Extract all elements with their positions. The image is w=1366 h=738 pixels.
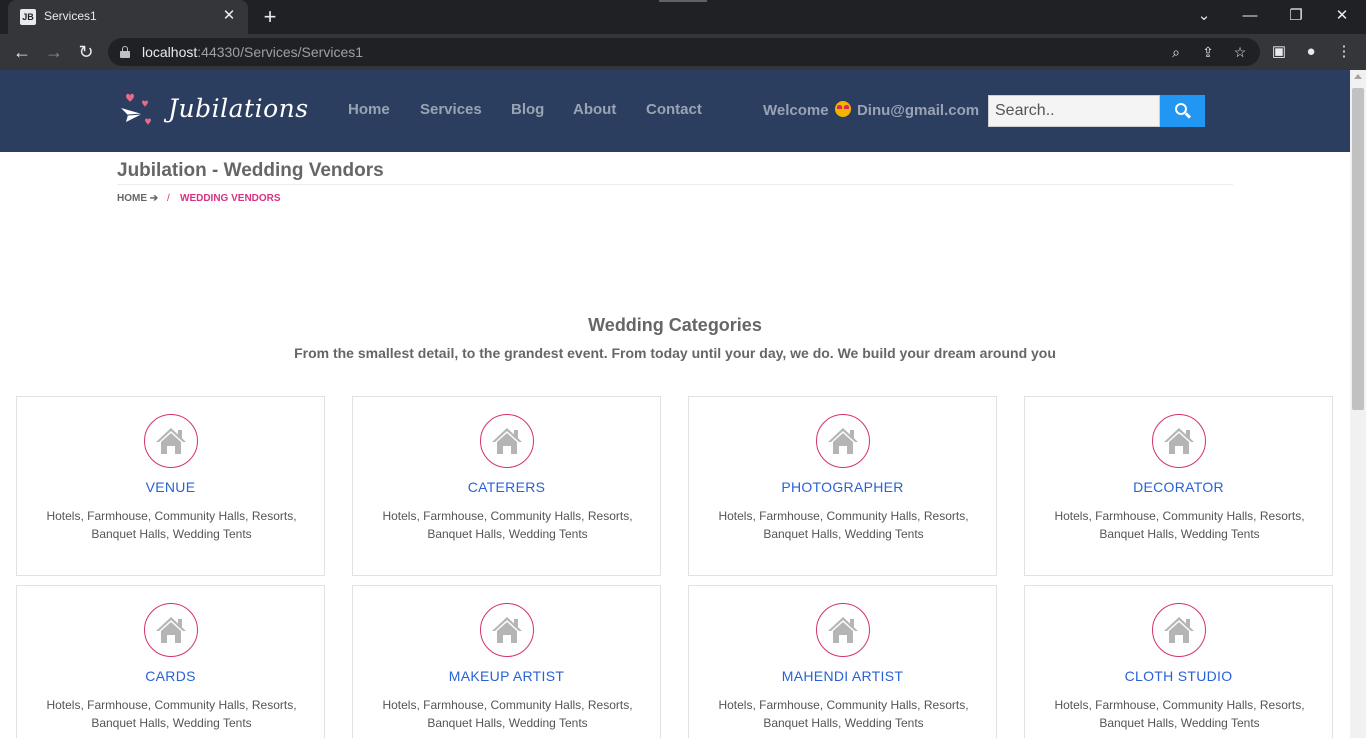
welcome-message: Welcome Dinu@gmail.com xyxy=(763,101,979,119)
category-description: Hotels, Farmhouse, Community Halls, Reso… xyxy=(382,698,633,730)
tab-strip-indicator xyxy=(659,0,707,2)
side-panel-icon[interactable]: ▣ xyxy=(1267,40,1291,64)
close-window-icon[interactable]: ✕ xyxy=(1330,4,1354,28)
scroll-up-arrow-icon[interactable] xyxy=(1354,74,1362,79)
home-icon xyxy=(1152,414,1206,468)
nav-services[interactable]: Services xyxy=(420,101,482,118)
category-title[interactable]: VENUE xyxy=(17,479,324,495)
page-scrollbar[interactable] xyxy=(1350,70,1366,738)
bookmark-star-icon[interactable]: ☆ xyxy=(1230,42,1250,62)
page-title: Jubilation - Wedding Vendors xyxy=(117,160,384,181)
search-input[interactable] xyxy=(988,95,1160,127)
category-description: Hotels, Farmhouse, Community Halls, Reso… xyxy=(718,698,969,730)
zoom-icon[interactable]: ⌕ xyxy=(1166,42,1186,62)
browser-toolbar: ← → ↻ localhost:44330/Services/Services1… xyxy=(0,34,1366,70)
tab-search-icon[interactable]: ⌄ xyxy=(1192,4,1216,28)
section-subtitle: From the smallest detail, to the grandes… xyxy=(294,345,1056,361)
category-card[interactable]: DECORATOR Hotels, Farmhouse, Community Ha… xyxy=(1024,396,1333,576)
address-bar[interactable]: localhost:44330/Services/Services1 ⌕ ⇪ ☆ xyxy=(108,38,1260,66)
logo-text[interactable]: Jubilations xyxy=(168,94,309,123)
nav-about[interactable]: About xyxy=(573,101,616,118)
category-title[interactable]: CLOTH STUDIO xyxy=(1025,668,1332,684)
nav-contact[interactable]: Contact xyxy=(646,101,702,118)
home-icon xyxy=(480,414,534,468)
category-card[interactable]: MAKEUP ARTIST Hotels, Farmhouse, Communit… xyxy=(352,585,661,738)
home-icon xyxy=(816,603,870,657)
home-icon xyxy=(144,414,198,468)
category-title[interactable]: MAKEUP ARTIST xyxy=(353,668,660,684)
category-title[interactable]: PHOTOGRAPHER xyxy=(689,479,996,495)
forward-icon[interactable]: → xyxy=(42,40,66,64)
new-tab-icon[interactable]: + xyxy=(258,6,282,28)
share-icon[interactable]: ⇪ xyxy=(1198,42,1218,62)
favicon-icon: JB xyxy=(20,9,36,25)
menu-kebab-icon[interactable]: ⋮ xyxy=(1332,40,1356,64)
category-description: Hotels, Farmhouse, Community Halls, Reso… xyxy=(382,509,633,541)
category-description: Hotels, Farmhouse, Community Halls, Reso… xyxy=(718,509,969,541)
home-icon xyxy=(144,603,198,657)
category-description: Hotels, Farmhouse, Community Halls, Reso… xyxy=(1054,509,1305,541)
home-icon xyxy=(480,603,534,657)
tab-title: Services1 xyxy=(44,9,97,23)
category-card[interactable]: MAHENDI ARTIST Hotels, Farmhouse, Communi… xyxy=(688,585,997,738)
star-eyes-emoji-icon xyxy=(834,101,851,117)
category-title[interactable]: CATERERS xyxy=(353,479,660,495)
reload-icon[interactable]: ↻ xyxy=(74,40,98,64)
category-description: Hotels, Farmhouse, Community Halls, Reso… xyxy=(46,509,297,541)
browser-tab[interactable]: JB Services1 ✕ xyxy=(8,0,248,34)
category-title[interactable]: DECORATOR xyxy=(1025,479,1332,495)
category-title[interactable]: CARDS xyxy=(17,668,324,684)
close-tab-icon[interactable]: ✕ xyxy=(220,7,238,25)
category-card[interactable]: VENUE Hotels, Farmhouse, Community Halls,… xyxy=(16,396,325,576)
category-card[interactable]: CATERERS Hotels, Farmhouse, Community Hal… xyxy=(352,396,661,576)
nav-home[interactable]: Home xyxy=(348,101,390,118)
search-button[interactable] xyxy=(1160,95,1205,127)
category-card[interactable]: CARDS Hotels, Farmhouse, Community Halls,… xyxy=(16,585,325,738)
welcome-user[interactable]: Dinu@gmail.com xyxy=(857,102,979,119)
page-viewport: Jubilations Home Services Blog About Con… xyxy=(0,70,1366,738)
breadcrumb-current: WEDDING VENDORS xyxy=(180,193,281,204)
breadcrumb-home[interactable]: HOME ➔ xyxy=(117,193,158,204)
minimize-icon[interactable]: — xyxy=(1238,4,1262,28)
category-description: Hotels, Farmhouse, Community Halls, Reso… xyxy=(1054,698,1305,730)
home-icon xyxy=(1152,603,1206,657)
restore-icon[interactable]: ❐ xyxy=(1284,4,1308,28)
arrow-right-icon: ➔ xyxy=(149,193,159,204)
profile-icon[interactable]: ● xyxy=(1299,40,1323,64)
category-card[interactable]: PHOTOGRAPHER Hotels, Farmhouse, Community… xyxy=(688,396,997,576)
back-icon[interactable]: ← xyxy=(10,40,34,64)
category-title[interactable]: MAHENDI ARTIST xyxy=(689,668,996,684)
lock-icon[interactable] xyxy=(120,46,130,58)
category-card[interactable]: CLOTH STUDIO Hotels, Farmhouse, Community… xyxy=(1024,585,1333,738)
title-divider xyxy=(117,184,1233,185)
logo-heart-plane-icon[interactable] xyxy=(118,90,154,130)
browser-tab-bar: JB Services1 ✕ + ⌄ — ❐ ✕ xyxy=(0,0,1366,34)
scrollbar-thumb[interactable] xyxy=(1352,88,1364,410)
home-icon xyxy=(816,414,870,468)
breadcrumb-separator: / xyxy=(167,193,170,204)
welcome-prefix: Welcome xyxy=(763,102,829,119)
section-title: Wedding Categories xyxy=(588,315,762,335)
nav-blog[interactable]: Blog xyxy=(511,101,544,118)
url-text[interactable]: localhost:44330/Services/Services1 xyxy=(142,44,363,60)
category-description: Hotels, Farmhouse, Community Halls, Reso… xyxy=(46,698,297,730)
site-header: Jubilations Home Services Blog About Con… xyxy=(0,70,1350,152)
